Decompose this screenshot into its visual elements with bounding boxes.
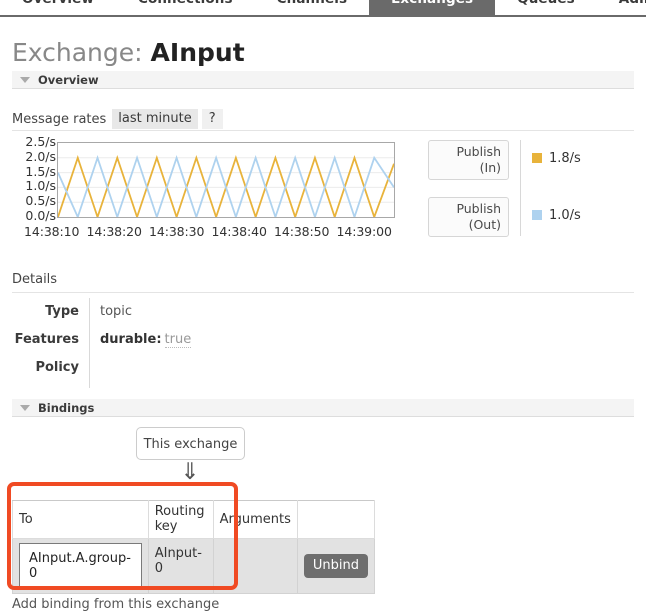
details-table: Type topic Features durable: true Policy [12, 298, 634, 388]
message-rates-toolbar: Message rates last minute ? [12, 108, 223, 130]
add-binding-link[interactable]: Add binding from this exchange [12, 597, 219, 612]
unbind-button[interactable]: Unbind [303, 554, 368, 578]
legend-row-publish-out: Publish (Out) 1.0/s [428, 197, 638, 237]
nav-tab-admin[interactable]: Admin [597, 0, 646, 15]
page-title-prefix: Exchange: [12, 38, 143, 67]
legend-button-publish-out-line1: Publish [456, 201, 501, 216]
message-rates-chart: 2.5/s 2.0/s 1.5/s 1.0/s 0.5/s 0.0/s 14:38:10 1… [10, 134, 395, 239]
chart-gridlines [58, 157, 394, 203]
column-header-arguments[interactable]: Arguments [212, 500, 298, 539]
details-row-policy: Policy [12, 354, 634, 388]
binding-cell-routing-key: AInput-0 [147, 538, 214, 594]
queue-link-ainput-a-group-0[interactable]: AInput.A.group-0 [19, 543, 142, 589]
bindings-header-row: To Routing key Arguments [12, 500, 376, 539]
chevron-down-icon [20, 77, 30, 83]
page-title-object: AInput [150, 38, 245, 67]
chart-ytick-0: 2.5/s [25, 134, 56, 149]
legend-button-publish-in-line1: Publish [456, 144, 501, 159]
chevron-down-icon [20, 405, 30, 411]
chart-xtick-3: 14:38:40 [211, 224, 267, 239]
nav-tab-exchanges[interactable]: Exchanges [369, 0, 496, 15]
chart-xtick-5: 14:39:00 [336, 224, 392, 239]
chart-legend: Publish (In) 1.8/s Publish (Out) 1.0/s [428, 140, 638, 238]
column-header-to[interactable]: To [12, 500, 149, 539]
chart-ytick-2: 1.5/s [25, 163, 56, 179]
details-row-features: Features durable: true [12, 326, 634, 354]
column-header-routing-key[interactable]: Routing key [147, 500, 214, 539]
chart-x-axis: 14:38:10 14:38:20 14:38:30 14:38:40 14:38:50… [24, 224, 404, 239]
column-header-actions [296, 500, 376, 539]
nav-tab-connections[interactable]: Connections [116, 0, 255, 15]
section-header-overview-label: Overview [38, 73, 99, 87]
page-title: Exchange: AInput [12, 38, 245, 67]
legend-button-publish-out[interactable]: Publish (Out) [428, 197, 509, 237]
rate-period-button[interactable]: last minute [112, 109, 198, 129]
details-key-policy: Policy [12, 354, 90, 388]
chart-y-axis: 2.5/s 2.0/s 1.5/s 1.0/s 0.5/s 0.0/s [10, 134, 56, 223]
chart-ytick-4: 0.5/s [25, 193, 56, 209]
details-value-type: topic [100, 304, 133, 319]
details-key-features: Features [12, 326, 90, 354]
details-divider [12, 292, 634, 293]
nav-tab-list: Overview Connections Channels Exchanges … [0, 0, 646, 15]
bindings-table: To Routing key Arguments AInput.A.group-… [12, 500, 376, 594]
feature-value-durable: true [164, 332, 192, 348]
section-header-overview[interactable]: Overview [12, 71, 634, 89]
help-icon[interactable]: ? [201, 109, 223, 129]
down-double-arrow-icon: ⇓ [180, 459, 200, 485]
this-exchange-node[interactable]: This exchange [136, 427, 245, 460]
legend-swatch-publish-in [532, 153, 542, 163]
chart-ytick-3: 1.0/s [25, 178, 56, 194]
chart-plot-area [57, 142, 395, 218]
legend-button-publish-in-line2: (In) [479, 160, 501, 175]
details-value-features: durable: true [90, 326, 192, 354]
legend-button-publish-in[interactable]: Publish (In) [428, 140, 509, 180]
chart-xtick-0: 14:38:10 [24, 224, 80, 239]
binding-cell-to: AInput.A.group-0 [12, 538, 149, 594]
bindings-table-head: To Routing key Arguments [12, 500, 376, 539]
bindings-table-body: AInput.A.group-0 AInput-0 Unbind [12, 538, 376, 594]
legend-swatch-publish-out [532, 210, 542, 220]
chart-xtick-2: 14:38:30 [149, 224, 205, 239]
message-rates-label: Message rates [12, 111, 107, 127]
section-header-bindings[interactable]: Bindings [12, 399, 634, 417]
chart-xtick-1: 14:38:20 [86, 224, 142, 239]
details-row-type: Type topic [12, 298, 634, 326]
nav-tab-channels[interactable]: Channels [255, 0, 369, 15]
legend-row-publish-in: Publish (In) 1.8/s [428, 140, 638, 180]
chart-svg [58, 154, 394, 217]
binding-cell-action: Unbind [296, 538, 376, 594]
legend-value-publish-in: 1.8/s [532, 151, 581, 166]
details-key-type: Type [12, 298, 90, 326]
message-rates-divider [12, 130, 634, 131]
feature-key-durable: durable: [100, 332, 162, 347]
legend-value-publish-out: 1.0/s [532, 208, 581, 223]
main-navigation: Overview Connections Channels Exchanges … [0, 0, 646, 17]
legend-value-publish-out-text: 1.0/s [549, 208, 581, 223]
chart-ytick-1: 2.0/s [25, 148, 56, 164]
section-header-bindings-label: Bindings [38, 401, 95, 415]
nav-tab-queues[interactable]: Queues [495, 0, 597, 15]
legend-button-publish-out-line2: (Out) [468, 217, 501, 232]
details-label: Details [12, 272, 58, 287]
table-row: AInput.A.group-0 AInput-0 Unbind [12, 538, 376, 594]
chart-xtick-4: 14:38:50 [274, 224, 330, 239]
nav-tab-overview[interactable]: Overview [0, 0, 116, 15]
chart-ytick-5: 0.0/s [25, 208, 56, 223]
details-value-policy [90, 354, 100, 388]
legend-value-publish-in-text: 1.8/s [549, 151, 581, 166]
binding-cell-arguments [212, 538, 298, 594]
